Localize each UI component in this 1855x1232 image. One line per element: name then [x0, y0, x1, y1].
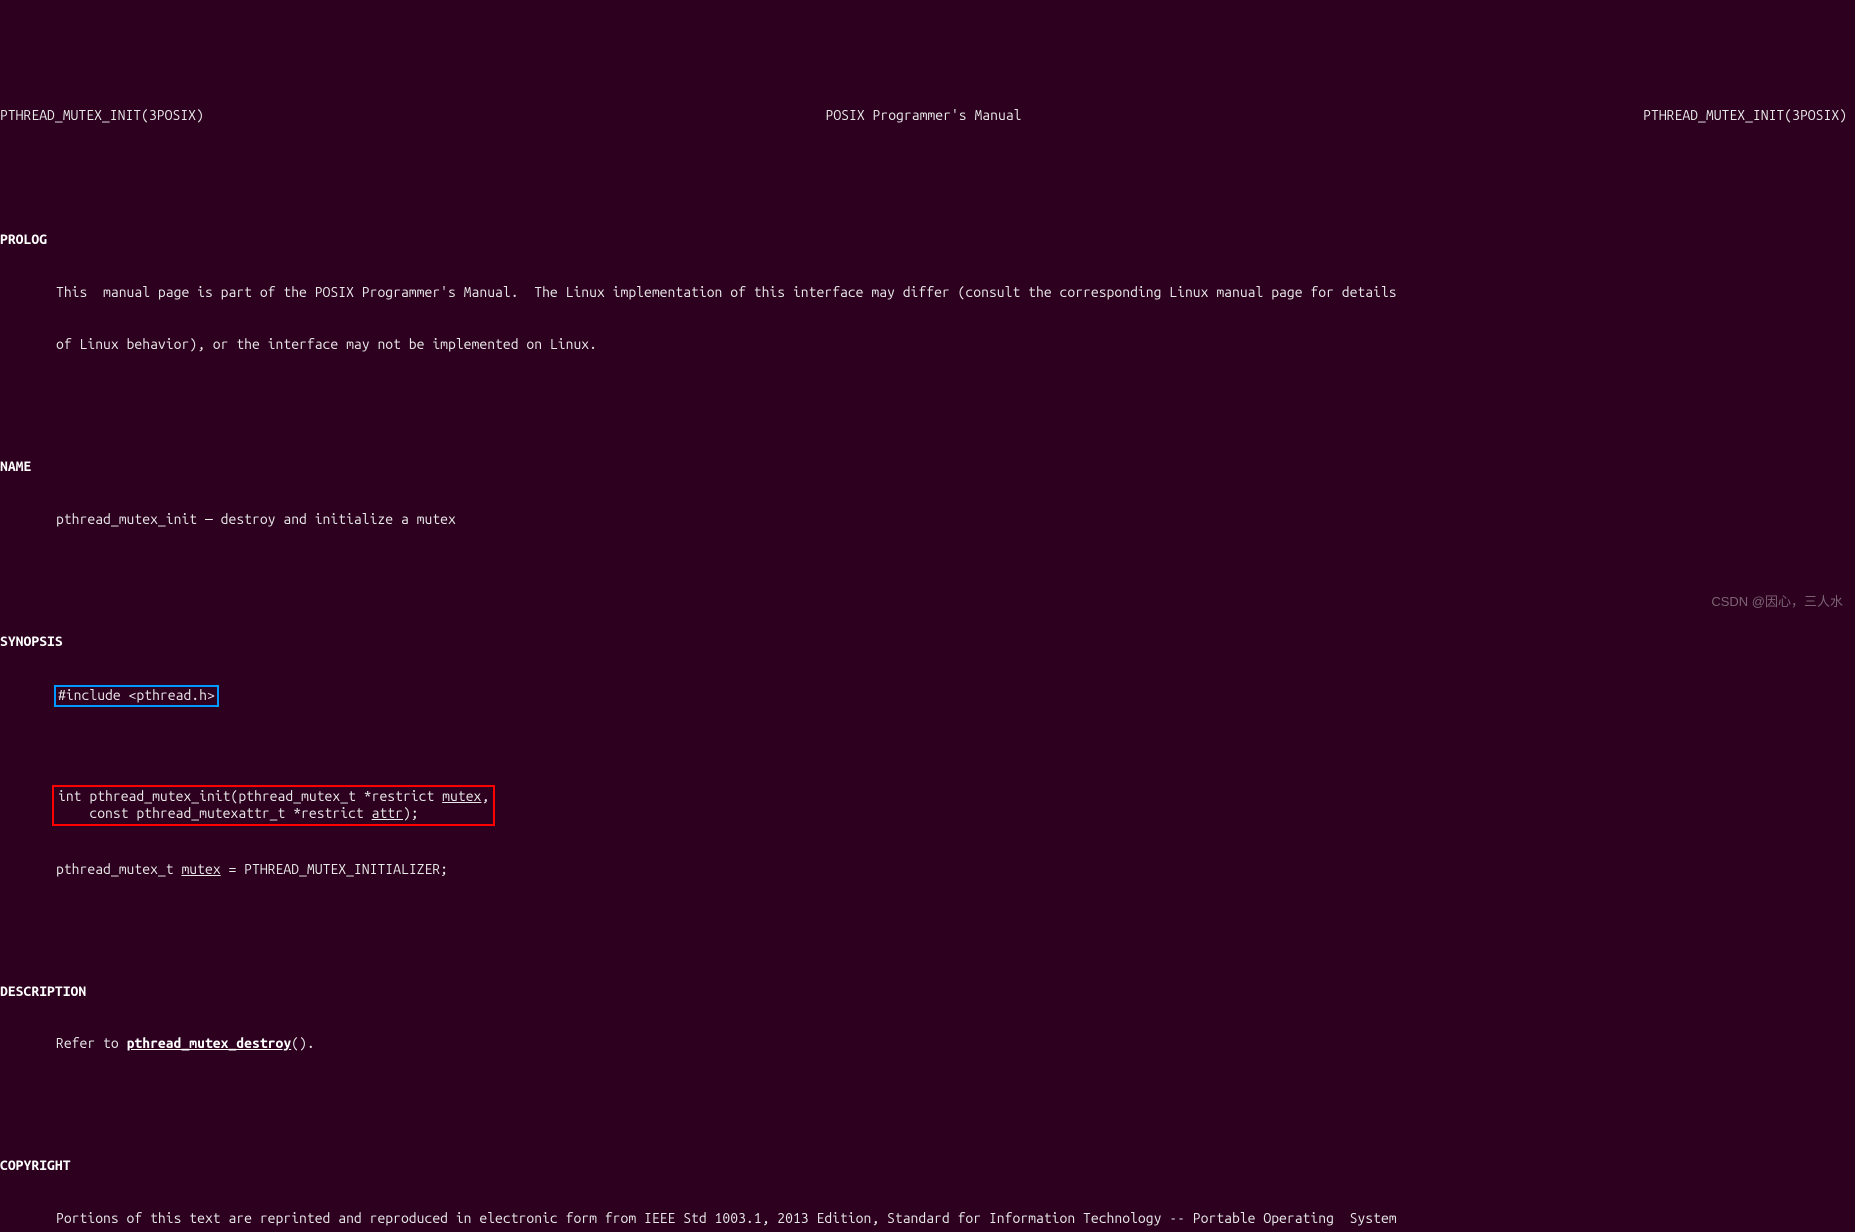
init-suffix: = PTHREAD_MUTEX_INITIALIZER; — [221, 861, 448, 877]
watermark: CSDN @因心，三人水 — [1711, 594, 1843, 610]
synopsis-include-box: #include <pthread.h> — [0, 685, 1855, 707]
prolog-text-1: This manual page is part of the POSIX Pr… — [0, 284, 1855, 302]
header-right: PTHREAD_MUTEX_INIT(3POSIX) — [1643, 107, 1847, 125]
section-prolog-title: PROLOG — [0, 231, 1855, 249]
init-prefix: pthread_mutex_t — [56, 861, 181, 877]
description-text: Refer to pthread_mutex_destroy(). — [0, 1035, 1855, 1053]
func-line2-prefix: const pthread_mutexattr_t *restrict — [58, 805, 372, 821]
name-text: pthread_mutex_init — destroy and initial… — [0, 511, 1855, 529]
header-left: PTHREAD_MUTEX_INIT(3POSIX) — [0, 107, 204, 125]
desc-prefix: Refer to — [56, 1035, 127, 1051]
func-line1-suffix: , — [481, 788, 489, 804]
man-page-content: PTHREAD_MUTEX_INIT(3POSIX) POSIX Program… — [0, 70, 1855, 1232]
section-description-title: DESCRIPTION — [0, 983, 1855, 1001]
prolog-text-2: of Linux behavior), or the interface may… — [0, 336, 1855, 354]
init-var: mutex — [181, 861, 220, 877]
include-directive: #include <pthread.h> — [54, 685, 219, 707]
func-param-attr: attr — [372, 805, 403, 821]
func-line1-prefix: int pthread_mutex_init(pthread_mutex_t *… — [58, 788, 442, 804]
header-center: POSIX Programmer's Manual — [826, 107, 1022, 125]
copyright-p1-l1: Portions of this text are reprinted and … — [0, 1210, 1855, 1228]
synopsis-initializer: pthread_mutex_t mutex = PTHREAD_MUTEX_IN… — [0, 861, 1855, 879]
page-header: PTHREAD_MUTEX_INIT(3POSIX) POSIX Program… — [0, 105, 1855, 127]
desc-suffix: (). — [291, 1035, 315, 1051]
func-line2-suffix: ); — [403, 805, 419, 821]
section-synopsis-title: SYNOPSIS — [0, 633, 1855, 651]
section-copyright-title: COPYRIGHT — [0, 1157, 1855, 1175]
desc-link: pthread_mutex_destroy — [127, 1035, 292, 1051]
synopsis-function-box: int pthread_mutex_init(pthread_mutex_t *… — [0, 785, 1855, 826]
section-name-title: NAME — [0, 458, 1855, 476]
func-param-mutex: mutex — [442, 788, 481, 804]
